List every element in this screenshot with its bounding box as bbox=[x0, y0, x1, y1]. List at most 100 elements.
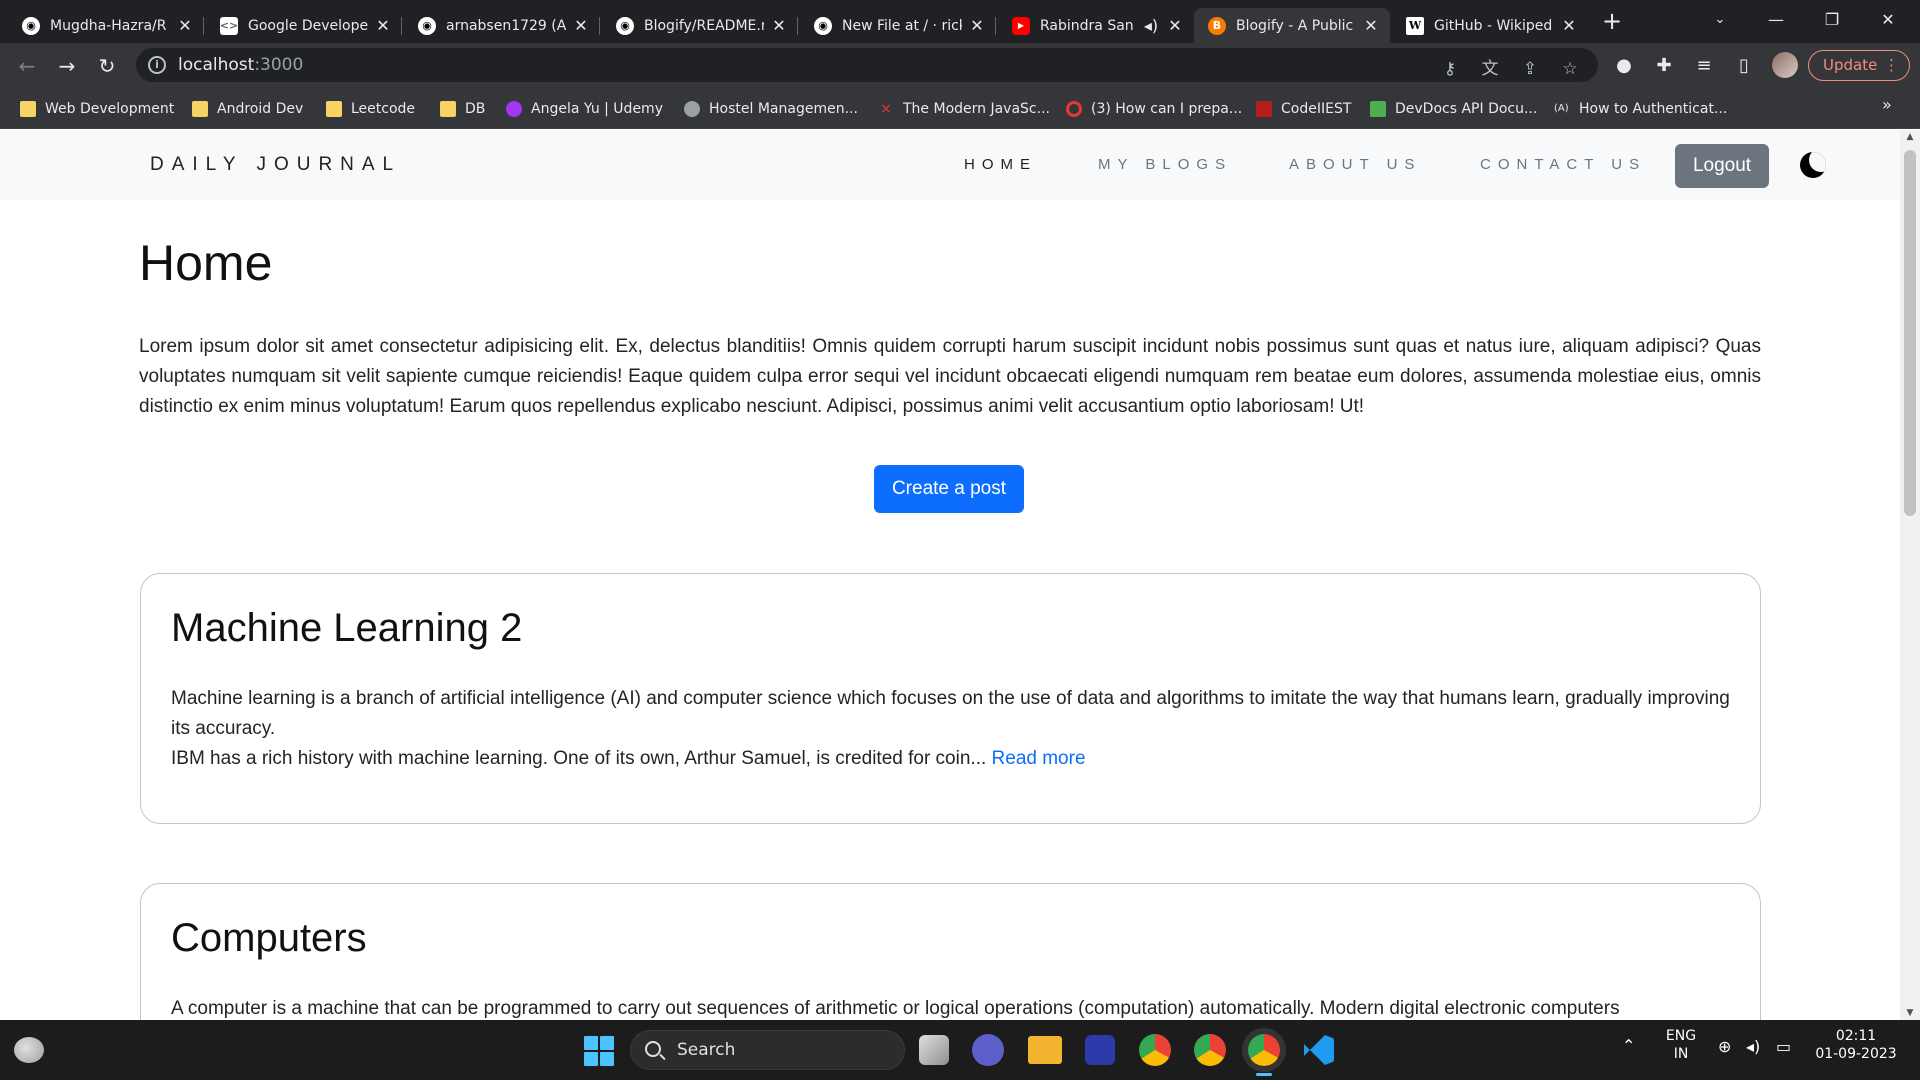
nav-contact-us[interactable]: CONTACT US bbox=[1480, 156, 1646, 173]
extension-icon[interactable]: ● bbox=[1612, 54, 1636, 78]
scroll-up-arrow-icon[interactable]: ▲ bbox=[1900, 132, 1920, 142]
wikipedia-icon: W bbox=[1406, 16, 1424, 35]
close-tab-icon[interactable]: ✕ bbox=[374, 16, 392, 35]
close-tab-icon[interactable]: ✕ bbox=[770, 16, 788, 35]
share-icon[interactable]: ⇪ bbox=[1518, 57, 1542, 81]
translate-icon[interactable]: 文 bbox=[1478, 57, 1502, 81]
close-tab-icon[interactable]: ✕ bbox=[572, 16, 590, 35]
intro-paragraph: Lorem ipsum dolor sit amet consectetur a… bbox=[139, 336, 1761, 417]
post-title: Computers bbox=[171, 916, 367, 960]
logout-button[interactable]: Logout bbox=[1675, 144, 1769, 188]
bookmarks-bar: Web Development Android Dev Leetcode DB … bbox=[0, 88, 1920, 129]
restore-icon[interactable]: ❐ bbox=[1804, 0, 1860, 40]
key-icon[interactable]: ⚷ bbox=[1438, 57, 1462, 81]
scrollbar-thumb[interactable] bbox=[1904, 150, 1916, 516]
task-view-icon[interactable] bbox=[919, 1035, 949, 1065]
blogger-icon: B bbox=[1208, 16, 1226, 35]
close-tab-icon[interactable]: ✕ bbox=[1362, 16, 1380, 35]
browser-tab[interactable]: ◉ Mugdha-Hazra/R ✕ bbox=[8, 8, 204, 43]
close-tab-icon[interactable]: ✕ bbox=[1560, 16, 1578, 35]
chrome-icon-active[interactable] bbox=[1248, 1034, 1280, 1066]
bookmark-item[interactable]: Web Development bbox=[20, 98, 174, 120]
search-icon bbox=[645, 1041, 661, 1057]
dark-mode-moon-icon[interactable] bbox=[1800, 152, 1826, 178]
close-tab-icon[interactable]: ✕ bbox=[1166, 16, 1184, 35]
audio-playing-icon[interactable]: ◂) bbox=[1142, 16, 1160, 35]
google-developers-icon: <> bbox=[220, 16, 238, 35]
close-tab-icon[interactable]: ✕ bbox=[176, 16, 194, 35]
site-brand[interactable]: DAILY JOURNAL bbox=[150, 154, 401, 176]
create-post-button[interactable]: Create a post bbox=[874, 465, 1024, 513]
tab-title: Mugdha-Hazra/R bbox=[50, 17, 167, 34]
update-button[interactable]: Update ⋮ bbox=[1808, 50, 1910, 81]
battery-icon[interactable]: ▭ bbox=[1776, 1038, 1791, 1056]
teams-chat-icon[interactable] bbox=[972, 1034, 1004, 1066]
nav-about-us[interactable]: ABOUT US bbox=[1289, 156, 1421, 173]
browser-tab[interactable]: ▶ Rabindra San ◂) ✕ bbox=[998, 8, 1194, 43]
browser-tab[interactable]: ◉ arnabsen1729 (Ar ✕ bbox=[404, 8, 600, 43]
side-panel-icon[interactable]: ▯ bbox=[1732, 54, 1756, 78]
bookmark-item[interactable]: DB bbox=[440, 98, 485, 120]
github-icon: ◉ bbox=[418, 16, 436, 35]
reload-icon[interactable]: ↻ bbox=[92, 51, 122, 81]
tab-search-icon[interactable]: ⌄ bbox=[1692, 0, 1748, 40]
more-bookmarks-icon[interactable]: » bbox=[1882, 95, 1892, 114]
forward-icon[interactable]: → bbox=[52, 51, 82, 81]
browser-tab[interactable]: <> Google Develope ✕ bbox=[206, 8, 402, 43]
chrome-icon[interactable] bbox=[1194, 1034, 1226, 1066]
file-explorer-icon[interactable] bbox=[1028, 1036, 1062, 1064]
post-title: Machine Learning 2 bbox=[171, 606, 523, 650]
javascript-info-icon: ⨯ bbox=[880, 101, 892, 117]
chrome-icon[interactable] bbox=[1139, 1034, 1171, 1066]
azure-data-studio-icon[interactable] bbox=[1085, 1035, 1115, 1065]
language-indicator[interactable]: ENG IN bbox=[1665, 1027, 1697, 1063]
more-menu-icon[interactable]: ⋮ bbox=[1884, 51, 1899, 80]
back-icon[interactable]: ← bbox=[12, 51, 42, 81]
weather-cloud-icon[interactable] bbox=[14, 1037, 44, 1063]
windows-start-icon[interactable] bbox=[584, 1036, 614, 1066]
read-more-link[interactable]: Read more bbox=[992, 748, 1086, 769]
show-hidden-icons-icon[interactable]: ⌃ bbox=[1622, 1037, 1635, 1055]
page-title: Home bbox=[139, 235, 273, 291]
nav-my-blogs[interactable]: MY BLOGS bbox=[1098, 156, 1232, 173]
clock[interactable]: 02:11 01-09-2023 bbox=[1814, 1027, 1898, 1063]
bookmark-item[interactable]: (A) How to Authenticat... bbox=[1554, 98, 1727, 120]
bookmark-item[interactable]: Leetcode bbox=[326, 98, 415, 120]
site-info-icon[interactable]: i bbox=[148, 56, 166, 74]
network-icon[interactable]: ⊕ bbox=[1718, 1038, 1731, 1056]
media-queue-icon[interactable]: ≡ bbox=[1692, 54, 1716, 78]
browser-tab[interactable]: ◉ New File at / · rick ✕ bbox=[800, 8, 996, 43]
address-bar[interactable]: i localhost:3000 ⚷ 文 ⇪ ☆ bbox=[136, 48, 1598, 82]
youtube-icon: ▶ bbox=[1012, 16, 1030, 35]
bookmark-star-icon[interactable]: ☆ bbox=[1558, 57, 1582, 81]
post-excerpt: A computer is a machine that can be prog… bbox=[171, 998, 1620, 1019]
browser-tab-active[interactable]: B Blogify - A Public ✕ bbox=[1194, 8, 1390, 43]
bookmark-item[interactable]: ⨯ The Modern JavaSc... bbox=[878, 98, 1050, 120]
profile-avatar[interactable] bbox=[1772, 52, 1798, 78]
new-tab-icon[interactable]: + bbox=[1598, 8, 1626, 36]
url-text[interactable]: localhost:3000 bbox=[178, 55, 303, 75]
tab-title: New File at / · rick bbox=[842, 17, 962, 34]
bookmark-item[interactable]: (3) How can I prepa... bbox=[1066, 98, 1242, 120]
close-tab-icon[interactable]: ✕ bbox=[968, 16, 986, 35]
taskbar-search[interactable]: Search bbox=[630, 1030, 905, 1070]
page-scrollbar[interactable]: ▲ ▼ bbox=[1900, 130, 1920, 1020]
post-excerpt-continued: IBM has a rich history with machine lear… bbox=[171, 748, 1086, 769]
scroll-down-arrow-icon[interactable]: ▼ bbox=[1900, 1008, 1920, 1018]
nav-home[interactable]: HOME bbox=[964, 156, 1037, 173]
bookmark-item[interactable]: CodeIIEST bbox=[1256, 98, 1351, 120]
folder-icon bbox=[326, 101, 342, 117]
github-icon: ◉ bbox=[814, 16, 832, 35]
browser-tab[interactable]: ◉ Blogify/README.r ✕ bbox=[602, 8, 798, 43]
vscode-icon[interactable] bbox=[1304, 1035, 1334, 1065]
browser-tab-strip: ◉ Mugdha-Hazra/R ✕ <> Google Develope ✕ … bbox=[0, 0, 1920, 43]
browser-tab[interactable]: W GitHub - Wikiped ✕ bbox=[1392, 8, 1588, 43]
volume-icon[interactable]: ◂) bbox=[1746, 1038, 1760, 1056]
minimize-icon[interactable]: — bbox=[1748, 0, 1804, 40]
bookmark-item[interactable]: Angela Yu | Udemy bbox=[506, 98, 663, 120]
bookmark-item[interactable]: DevDocs API Docu... bbox=[1370, 98, 1537, 120]
close-window-icon[interactable]: ✕ bbox=[1860, 0, 1916, 40]
bookmark-item[interactable]: Android Dev bbox=[192, 98, 303, 120]
bookmark-item[interactable]: Hostel Managemen... bbox=[684, 98, 858, 120]
extensions-puzzle-icon[interactable]: ✚ bbox=[1652, 54, 1676, 78]
